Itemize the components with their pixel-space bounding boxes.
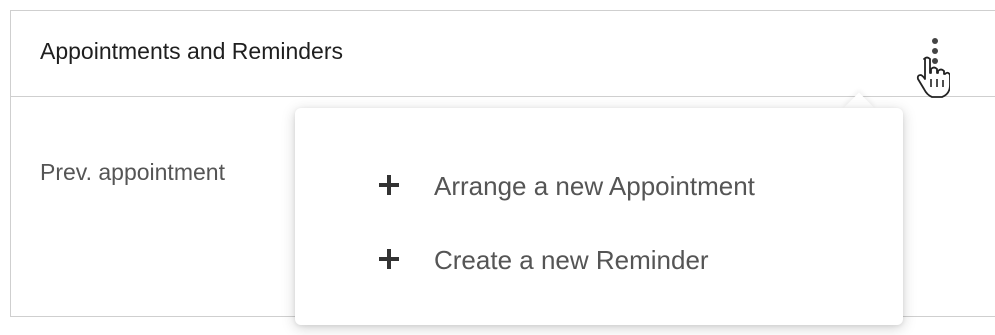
menu-item-label: Arrange a new Appointment (434, 171, 755, 201)
menu-item-label: Create a new Reminder (434, 245, 709, 275)
hand-pointer-cursor-icon (916, 56, 950, 98)
panel-header: Appointments and Reminders (11, 11, 995, 97)
prev-appointment-label: Prev. appointment (40, 159, 225, 185)
plus-icon (379, 175, 399, 195)
plus-icon (379, 249, 399, 269)
kebab-dot (932, 48, 938, 54)
menu-item-arrange-appointment[interactable]: Arrange a new Appointment (295, 156, 903, 216)
menu-item-create-reminder[interactable]: Create a new Reminder (295, 230, 903, 290)
kebab-dot (932, 38, 938, 44)
panel-title: Appointments and Reminders (40, 38, 343, 64)
options-dropdown-menu: Arrange a new Appointment Create a new R… (295, 108, 903, 325)
